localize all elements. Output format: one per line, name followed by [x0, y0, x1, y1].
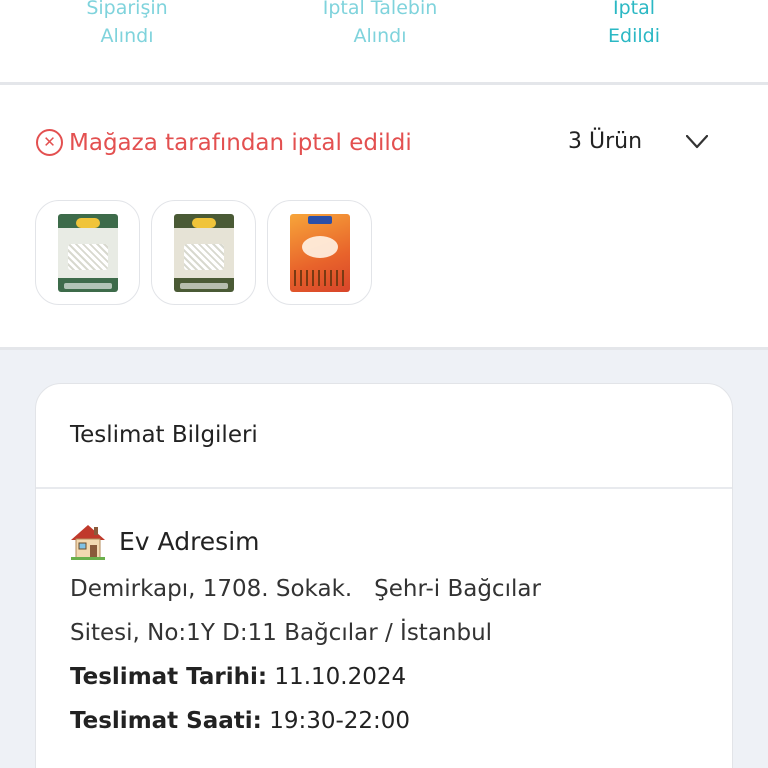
product-thumbnail[interactable]: [151, 200, 256, 305]
step-cancelled: İptal Edildi: [534, 0, 734, 50]
delivery-time-label: Teslimat Saati:: [70, 708, 262, 734]
address-line: Sitesi, No:1Y D:11 Bağcılar / İstanbul: [70, 620, 493, 646]
delivery-date-value: 11.10.2024: [274, 664, 407, 690]
delivery-time-value: 19:30-22:00: [269, 708, 411, 734]
delivery-date-label: Teslimat Tarihi:: [70, 664, 268, 690]
order-progress-steps: Siparişin Alındı İptal Talebin Alındı İp…: [0, 0, 768, 82]
step-label-line2: Alındı: [353, 25, 407, 47]
address-line: Demirkapı, 1708. Sokak. Şehr-i Bağcılar: [70, 576, 541, 602]
step-label-line2: Alındı: [100, 25, 154, 47]
house-icon: [71, 525, 105, 560]
product-thumbnail[interactable]: [267, 200, 372, 305]
delivery-time: Teslimat Saati: 19:30-22:00: [70, 708, 410, 734]
step-label-line1: İptal: [612, 0, 656, 19]
step-label-line1: Siparişin: [86, 0, 168, 19]
address-name: Ev Adresim: [119, 526, 260, 556]
product-thumbnail[interactable]: [35, 200, 140, 305]
address-header: Ev Adresim: [69, 522, 260, 560]
order-status: ✕ Mağaza tarafından iptal edildi: [36, 129, 412, 156]
divider: [36, 487, 732, 489]
card-title: Teslimat Bilgileri: [70, 422, 258, 448]
order-summary-section: ✕ Mağaza tarafından iptal edildi 3 Ürün: [0, 85, 768, 347]
close-circle-icon: ✕: [36, 129, 63, 156]
delivery-date: Teslimat Tarihi: 11.10.2024: [70, 664, 406, 690]
chevron-down-icon[interactable]: [686, 135, 708, 149]
step-order-received: Siparişin Alındı: [27, 0, 227, 50]
delivery-info-card: Teslimat Bilgileri Ev Adresim Demirkapı,…: [35, 383, 733, 768]
product-count[interactable]: 3 Ürün: [568, 129, 642, 154]
osmancik-rice-package-image: [173, 213, 234, 292]
step-cancel-request-received: İptal Talebin Alındı: [280, 0, 480, 50]
order-status-text: Mağaza tarafından iptal edildi: [69, 129, 412, 156]
product-thumbnails: [35, 200, 372, 305]
divider: [0, 347, 768, 350]
baldo-rice-package-image: [57, 213, 118, 292]
flour-package-image: [289, 213, 350, 292]
step-label-line1: İptal Talebin: [322, 0, 438, 19]
step-label-line2: Edildi: [608, 25, 660, 47]
